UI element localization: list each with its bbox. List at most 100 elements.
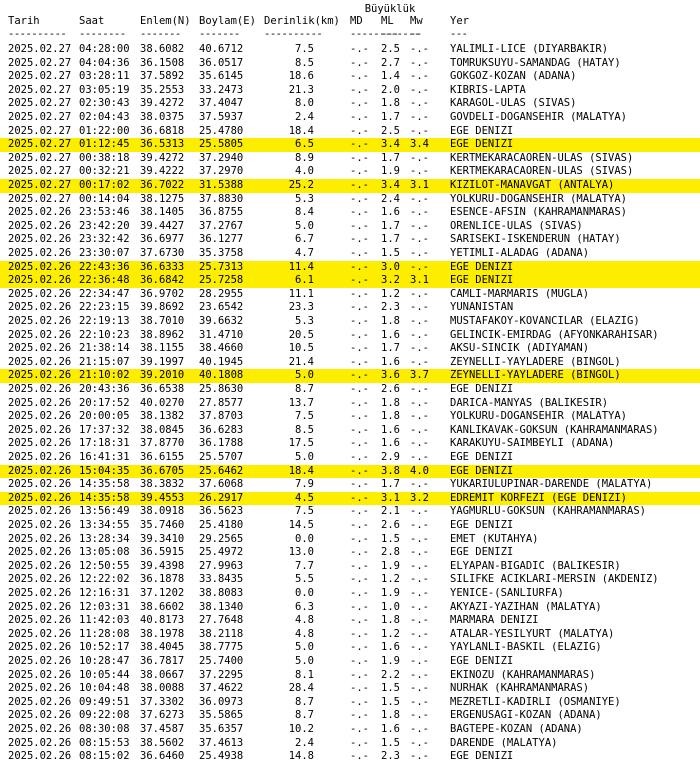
cell-depth: 8.0: [295, 97, 314, 110]
cell-ml: 1.5: [381, 736, 400, 749]
cell-md: -.-: [350, 301, 369, 314]
cell-date: 2025.02.26: [8, 342, 72, 355]
cell-date: 2025.02.26: [8, 709, 72, 722]
cell-time: 01:12:45: [79, 138, 130, 151]
cell-mw: -.-: [410, 56, 429, 69]
cell-depth: 6.3: [295, 600, 314, 613]
cell-date: 2025.02.26: [8, 573, 72, 586]
cell-location: KANLIKAVAK-GOKSUN (KAHRAMANMARAS): [450, 423, 659, 436]
cell-lon: 35.6145: [199, 70, 244, 83]
cell-lat: 36.6460: [140, 750, 185, 763]
table-row: 2025.02.26 10:28:47 36.7817 25.7400 5.0 -.- 1.…: [0, 655, 700, 669]
cell-mw: -.-: [410, 342, 429, 355]
cell-location: AKSU-SINCIK (ADIYAMAN): [450, 342, 590, 355]
cell-mw: -.-: [410, 70, 429, 83]
cell-location: KIBRIS-LAPTA: [450, 83, 526, 96]
cell-ml: 1.9: [381, 559, 400, 572]
cell-md: -.-: [350, 247, 369, 259]
cell-mw: -.-: [410, 682, 429, 695]
cell-lat: 38.4045: [140, 641, 185, 654]
cell-location: EMET (KUTAHYA): [450, 532, 539, 545]
column-header-row: Tarih Saat Enlem(N) Boylam(E) Derinlik(k…: [0, 15, 700, 29]
cell-depth: 5.5: [295, 573, 314, 586]
cell-md: -.-: [350, 124, 369, 137]
cell-ml: 1.6: [381, 355, 400, 368]
cell-lat: 39.4222: [140, 165, 185, 178]
cell-location: EGE DENIZI: [450, 138, 514, 151]
cell-time: 08:15:53: [79, 736, 130, 749]
cell-lat: 38.1405: [140, 206, 185, 219]
cell-lat: 38.8962: [140, 328, 185, 341]
cell-date: 2025.02.26: [8, 355, 72, 368]
cell-date: 2025.02.26: [8, 451, 72, 463]
cell-lat: 36.7022: [140, 179, 185, 191]
cell-lon: 27.8577: [199, 396, 244, 409]
sep-time: --------: [79, 28, 126, 40]
cell-location: KARAKUYU-SAIMBEYLI (ADANA): [450, 437, 615, 450]
cell-time: 00:32:21: [79, 165, 130, 178]
cell-md: -.-: [350, 546, 369, 559]
cell-location: KARAGOL-ULAS (SIVAS): [450, 97, 577, 110]
cell-date: 2025.02.26: [8, 233, 72, 246]
cell-lon: 29.2565: [199, 532, 244, 545]
cell-time: 10:52:17: [79, 641, 130, 654]
cell-md: -.-: [350, 192, 369, 205]
cell-ml: 1.7: [381, 342, 400, 355]
cell-location: YENICE-(SANLIURFA): [450, 587, 564, 599]
table-row: 2025.02.27 02:30:43 39.4272 37.4047 8.0 -.- 1.…: [0, 97, 700, 111]
table-row: 2025.02.27 00:32:21 39.4222 37.2970 4.0 -.- 1.…: [0, 165, 700, 179]
table-row: 2025.02.26 23:53:46 38.1405 36.8755 8.4 -.- 1.…: [0, 206, 700, 220]
cell-ml: 3.8: [381, 464, 400, 477]
table-row: 2025.02.26 20:17:52 40.0270 27.8577 13.7 -.- 1…: [0, 397, 700, 411]
cell-depth: 8.7: [295, 709, 314, 722]
table-row: 2025.02.26 22:43:36 36.6333 25.7313 11.4 -.- 3…: [0, 260, 700, 275]
cell-lat: 37.6273: [140, 709, 185, 722]
cell-time: 12:50:55: [79, 559, 130, 572]
table-row: 2025.02.26 13:05:08 36.5915 25.4972 13.0 -.- 2…: [0, 546, 700, 560]
cell-time: 02:30:43: [79, 97, 130, 110]
cell-location: EGE DENIZI: [450, 655, 514, 667]
cell-date: 2025.02.26: [8, 219, 72, 232]
cell-depth: 8.7: [295, 695, 314, 708]
cell-md: -.-: [350, 423, 369, 436]
cell-lon: 25.7258: [199, 274, 244, 287]
cell-depth: 5.0: [295, 641, 314, 654]
cell-lon: 35.3758: [199, 247, 244, 259]
cell-time: 09:22:08: [79, 709, 130, 722]
col-lat: Enlem(N): [140, 15, 191, 27]
cell-date: 2025.02.26: [8, 736, 72, 749]
cell-lon: 25.6462: [199, 464, 244, 477]
cell-location: MEZRETLI-KADIRLI (OSMANIYE): [450, 695, 621, 708]
sep-mw: --: [410, 28, 422, 40]
cell-mw: -.-: [410, 315, 429, 327]
cell-depth: 5.0: [295, 451, 314, 463]
cell-md: -.-: [350, 750, 369, 763]
cell-ml: 1.5: [381, 532, 400, 545]
table-row: 2025.02.27 00:14:04 38.1275 37.8830 5.3 -.- 2.…: [0, 193, 700, 207]
cell-date: 2025.02.27: [8, 70, 72, 83]
cell-ml: 1.8: [381, 709, 400, 722]
cell-depth: 11.1: [288, 287, 314, 300]
cell-date: 2025.02.26: [8, 532, 72, 545]
cell-lon: 35.6357: [199, 723, 244, 735]
cell-depth: 2.4: [295, 736, 314, 749]
cell-lat: 39.4553: [140, 491, 185, 504]
cell-depth: 8.4: [295, 206, 314, 219]
cell-date: 2025.02.27: [8, 138, 72, 151]
cell-location: AKYAZI-YAZIHAN (MALATYA): [450, 600, 602, 613]
cell-date: 2025.02.26: [8, 559, 72, 572]
cell-ml: 2.1: [381, 505, 400, 518]
cell-time: 13:05:08: [79, 546, 130, 559]
table-row: 2025.02.26 14:35:58 39.4553 26.2917 4.5 -.- 3.…: [0, 491, 700, 506]
table-row: 2025.02.26 13:28:34 39.3410 29.2565 0.0 -.- 1.…: [0, 533, 700, 547]
cell-location: BAGTEPE-KOZAN (ADANA): [450, 723, 583, 735]
cell-ml: 1.6: [381, 641, 400, 654]
table-row: 2025.02.27 00:38:18 39.4272 37.2940 8.9 -.- 1.…: [0, 152, 700, 166]
cell-md: -.-: [350, 505, 369, 518]
cell-lat: 37.8770: [140, 437, 185, 450]
cell-ml: 2.7: [381, 56, 400, 69]
cell-mw: 3.2: [410, 491, 429, 504]
cell-md: -.-: [350, 682, 369, 695]
cell-ml: 1.0: [381, 600, 400, 613]
cell-lon: 37.2295: [199, 668, 244, 681]
